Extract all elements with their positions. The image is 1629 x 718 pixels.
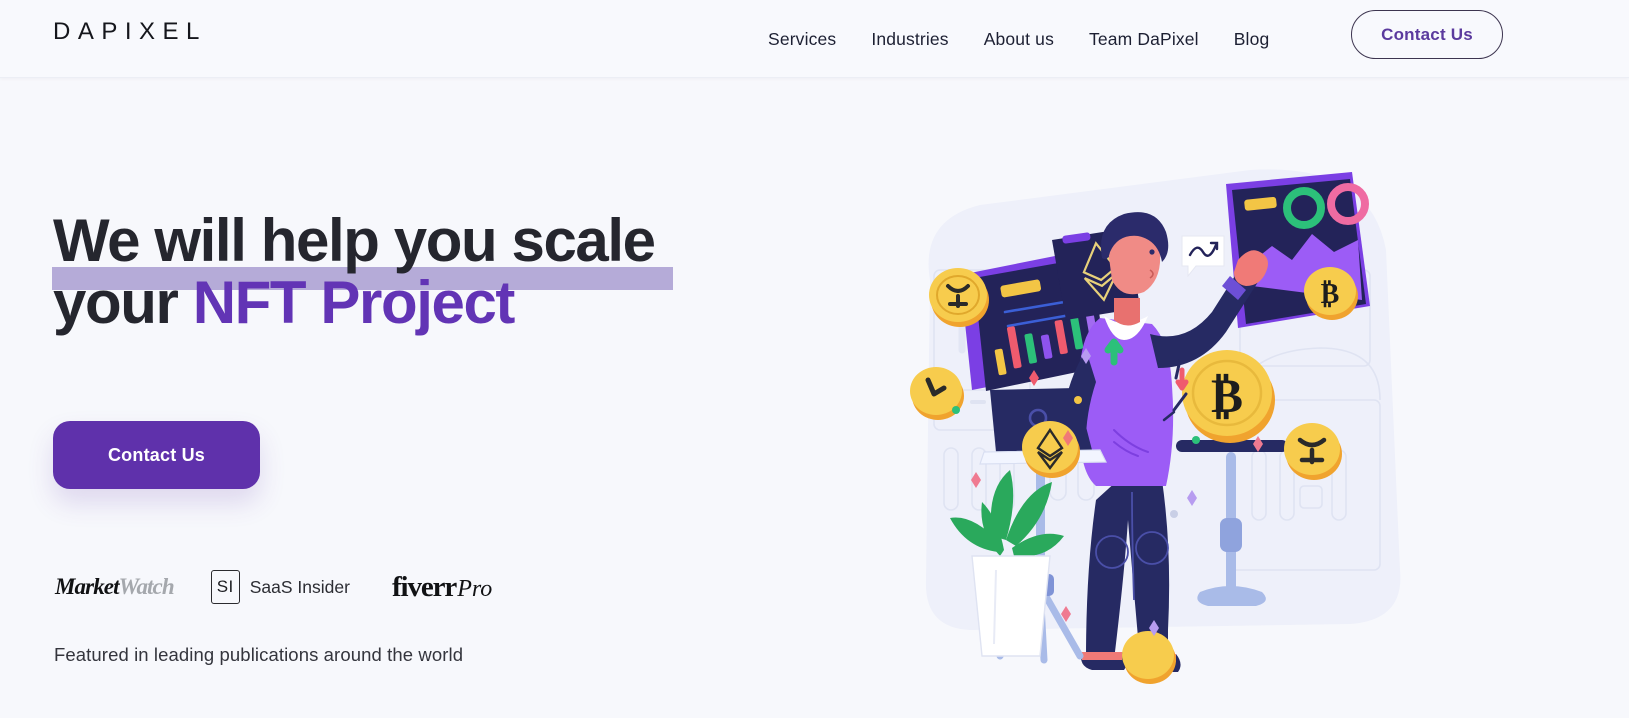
nav-item-about-us[interactable]: About us [984, 29, 1054, 50]
main-navigation: Services Industries About us Team DaPixe… [768, 0, 1269, 78]
nav-item-blog[interactable]: Blog [1234, 29, 1270, 50]
fiverr-pro-suffix: Pro [457, 575, 493, 602]
fiverr-pro-logo: fiverr Pro [392, 571, 492, 604]
saas-insider-mark: SI [210, 570, 240, 604]
headline-line-1: We will help you scale [53, 207, 656, 274]
saas-insider-label: SaaS Insider [249, 576, 350, 597]
fiverr-logo-word: fiverr [391, 570, 457, 603]
marketwatch-logo-gray: Watch [118, 574, 175, 599]
nav-item-services[interactable]: Services [768, 29, 836, 50]
headline-line-2-prefix: your [53, 269, 193, 336]
nav-item-industries[interactable]: Industries [871, 29, 948, 50]
saas-insider-logo: SI SaaS Insider [210, 570, 350, 604]
marketwatch-logo-dark: Market [55, 574, 120, 599]
featured-caption: Featured in leading publications around … [54, 644, 464, 665]
press-logos: MarketWatch SI SaaS Insider fiverr Pro [55, 570, 492, 604]
header-contact-us-button[interactable]: Contact Us [1351, 10, 1503, 59]
headline-line-2-accent: NFT Project [192, 269, 516, 336]
page-title: We will help you scale your NFT Project [52, 207, 753, 336]
hero-contact-us-button[interactable]: Contact Us [53, 421, 260, 489]
site-header: DAPIXEL Services Industries About us Tea… [0, 0, 1629, 78]
brand-logo[interactable]: DAPIXEL [53, 18, 207, 46]
hero-text-block: We will help you scale your NFT Project [52, 207, 753, 336]
nav-item-team-dapixel[interactable]: Team DaPixel [1089, 29, 1199, 50]
hero-illustration: ₿ ₿ [900, 100, 1460, 700]
svg-text:₿: ₿ [1321, 279, 1340, 310]
svg-text:₿: ₿ [1211, 370, 1243, 423]
marketwatch-logo: MarketWatch [55, 574, 175, 600]
